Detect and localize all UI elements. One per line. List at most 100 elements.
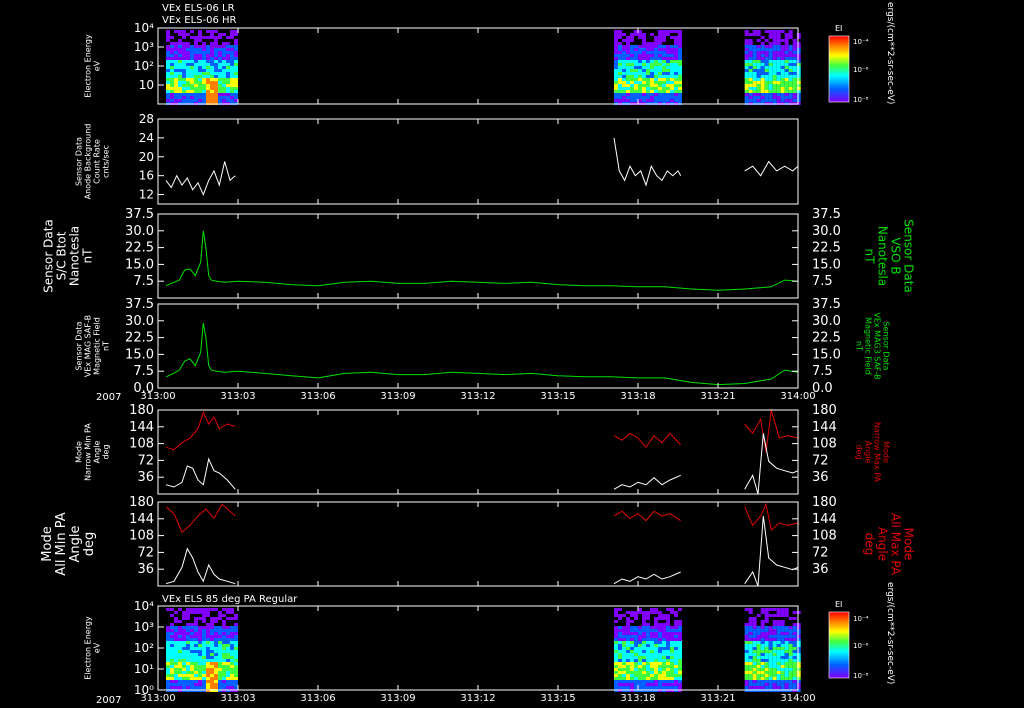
heatmap-cell: [214, 626, 218, 629]
heatmap-cell: [202, 674, 206, 677]
heatmap-cell: [614, 96, 618, 99]
heatmap-cell: [796, 653, 801, 656]
heatmap-cell: [230, 671, 234, 674]
heatmap-cell: [170, 36, 174, 39]
heatmap-cell: [796, 60, 801, 63]
heatmap-cell: [230, 81, 234, 84]
heatmap-cell: [752, 626, 757, 629]
heatmap-cell: [784, 96, 789, 99]
heatmap-cell: [792, 668, 797, 671]
heatmap-cell: [760, 620, 765, 623]
heatmap-cell: [674, 54, 678, 57]
heatmap-cell: [662, 629, 666, 632]
heatmap-cell: [744, 674, 749, 677]
heatmap-cell: [234, 54, 238, 57]
heatmap-cell: [638, 45, 642, 48]
heatmap-cell: [776, 42, 781, 45]
heatmap-cell: [182, 644, 186, 647]
heatmap-cell: [670, 96, 674, 99]
heatmap-cell: [744, 629, 749, 632]
heatmap-cell: [784, 683, 789, 686]
heatmap-cell: [642, 617, 646, 620]
heatmap-cell: [638, 78, 642, 81]
heatmap-cell: [674, 665, 678, 668]
heatmap-cell: [226, 84, 230, 87]
heatmap-cell: [646, 668, 650, 671]
heatmap-cell: [178, 60, 182, 63]
heatmap-cell: [190, 638, 194, 641]
heatmap-cell: [622, 54, 626, 57]
heatmap-cell: [674, 84, 678, 87]
y-axis-label: Sensor Data: [75, 321, 84, 370]
heatmap-cell: [670, 69, 674, 72]
heatmap-cell: [170, 659, 174, 662]
heatmap-cell: [650, 78, 654, 81]
heatmap-cell: [752, 656, 757, 659]
heatmap-cell: [642, 635, 646, 638]
heatmap-cell: [206, 63, 210, 66]
heatmap-cell: [748, 611, 753, 614]
heatmap-cell: [222, 671, 226, 674]
heatmap-cell: [630, 632, 634, 635]
heatmap-cell: [772, 66, 777, 69]
heatmap-cell: [222, 668, 226, 671]
heatmap-cell: [780, 63, 785, 66]
heatmap-cell: [178, 662, 182, 665]
heatmap-cell: [780, 99, 785, 102]
heatmap-cell: [194, 677, 198, 680]
y-axis-label-right: Sensor Data: [902, 219, 916, 293]
heatmap-cell: [614, 39, 618, 42]
heatmap-cell: [760, 60, 765, 63]
heatmap-cell: [166, 647, 170, 650]
heatmap-cell: [202, 665, 206, 668]
heatmap-cell: [642, 653, 646, 656]
heatmap-cell: [760, 671, 765, 674]
heatmap-cell: [226, 635, 230, 638]
heatmap-cell: [186, 635, 190, 638]
heatmap-cell: [626, 674, 630, 677]
y-tick-label-right: 36: [812, 470, 829, 485]
heatmap-cell: [622, 33, 626, 36]
y-tick-label: 10³: [134, 620, 154, 634]
heatmap-cell: [182, 75, 186, 78]
heatmap-cell: [202, 66, 206, 69]
heatmap-cell: [796, 90, 801, 93]
heatmap-cell: [792, 659, 797, 662]
heatmap-cell: [654, 671, 658, 674]
heatmap-cell: [788, 665, 793, 668]
heatmap-cell: [796, 84, 801, 87]
heatmap-cell: [194, 662, 198, 665]
heatmap-cell: [230, 99, 234, 102]
heatmap-cell: [678, 677, 682, 680]
heatmap-cell: [190, 680, 194, 683]
heatmap-cell: [768, 629, 773, 632]
heatmap-cell: [666, 99, 670, 102]
heatmap-cell: [658, 653, 662, 656]
heatmap-cell: [626, 653, 630, 656]
heatmap-cell: [674, 48, 678, 51]
series-line: [613, 510, 681, 522]
heatmap-cell: [772, 653, 777, 656]
heatmap-cell: [182, 671, 186, 674]
heatmap-cell: [198, 671, 202, 674]
heatmap-cell: [166, 54, 170, 57]
heatmap-cell: [630, 69, 634, 72]
heatmap-cell: [210, 45, 214, 48]
heatmap-cell: [230, 608, 234, 611]
heatmap-cell: [772, 93, 777, 96]
heatmap-cell: [654, 81, 658, 84]
heatmap-cell: [752, 72, 757, 75]
heatmap-cell: [768, 641, 773, 644]
heatmap-cell: [170, 48, 174, 51]
heatmap-cell: [674, 96, 678, 99]
heatmap-cell: [764, 680, 769, 683]
heatmap-cell: [614, 686, 618, 689]
heatmap-cell: [678, 608, 682, 611]
heatmap-cell: [206, 650, 210, 653]
heatmap-cell: [650, 647, 654, 650]
heatmap-cell: [214, 647, 218, 650]
heatmap-cell: [788, 87, 793, 90]
heatmap-cell: [634, 611, 638, 614]
heatmap-cell: [230, 69, 234, 72]
heatmap-cell: [780, 632, 785, 635]
